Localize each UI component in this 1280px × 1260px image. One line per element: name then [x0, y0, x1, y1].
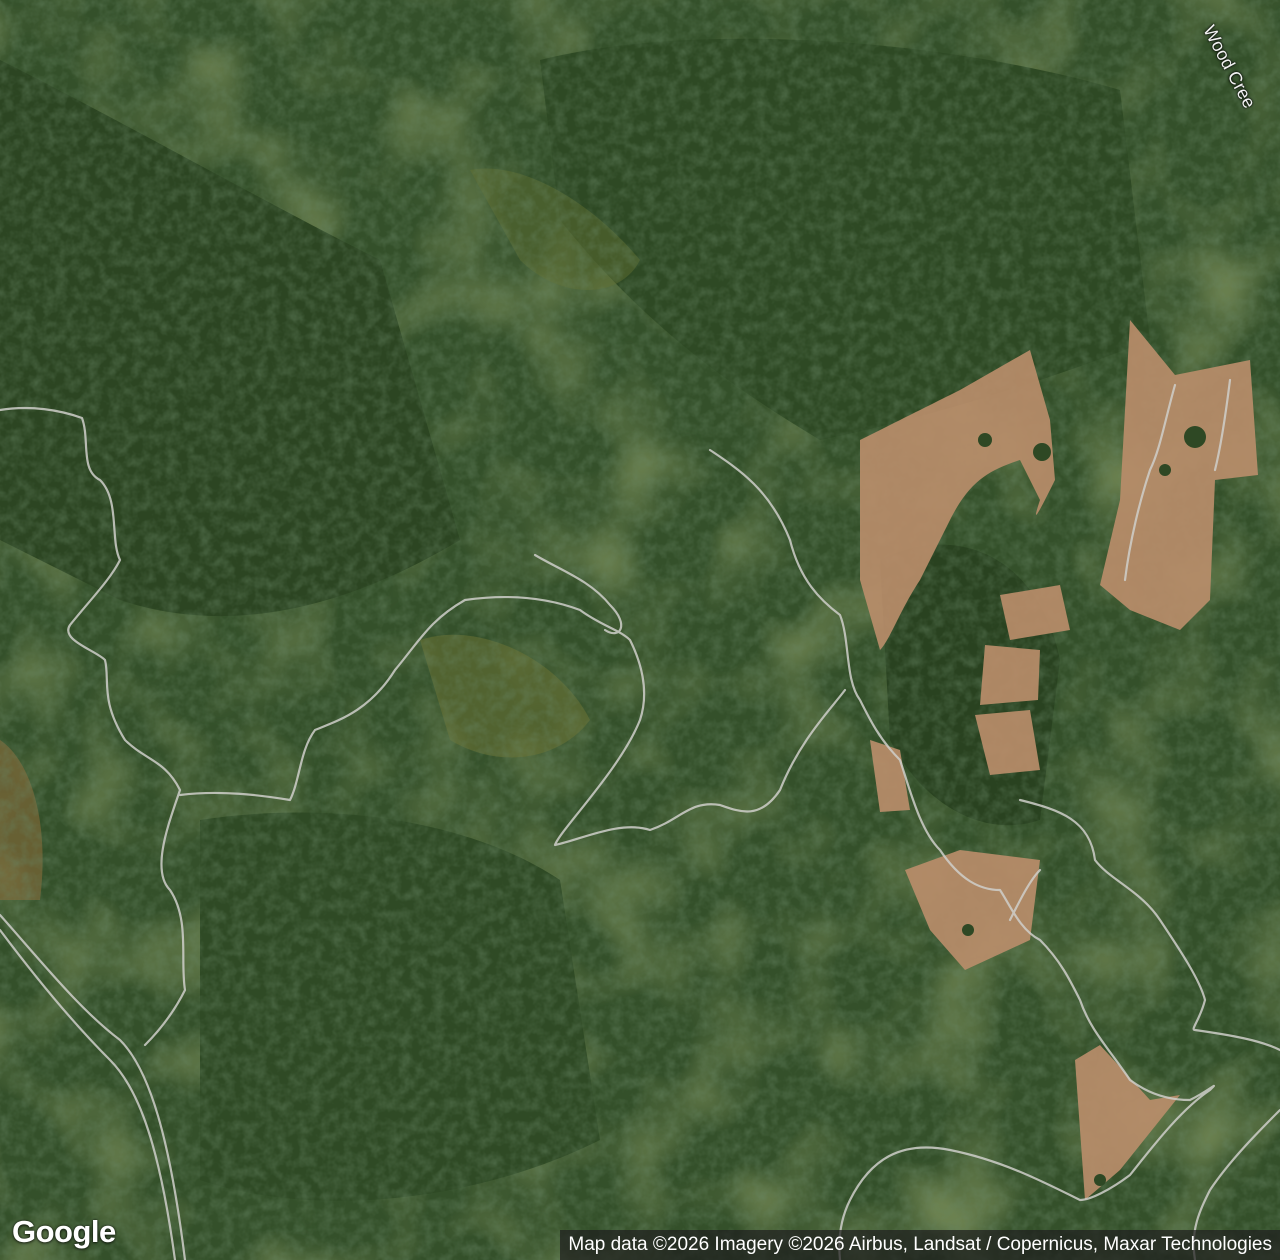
google-logo: Google [12, 1214, 116, 1249]
satellite-imagery[interactable] [0, 0, 1280, 1260]
clearcut-patch [980, 645, 1040, 705]
map-attribution[interactable]: Map data ©2026 Imagery ©2026 Airbus, Lan… [560, 1230, 1280, 1260]
satellite-map[interactable]: Wood Cree Google Map data ©2026 Imagery … [0, 0, 1280, 1260]
clearcut-patch [1000, 585, 1070, 640]
